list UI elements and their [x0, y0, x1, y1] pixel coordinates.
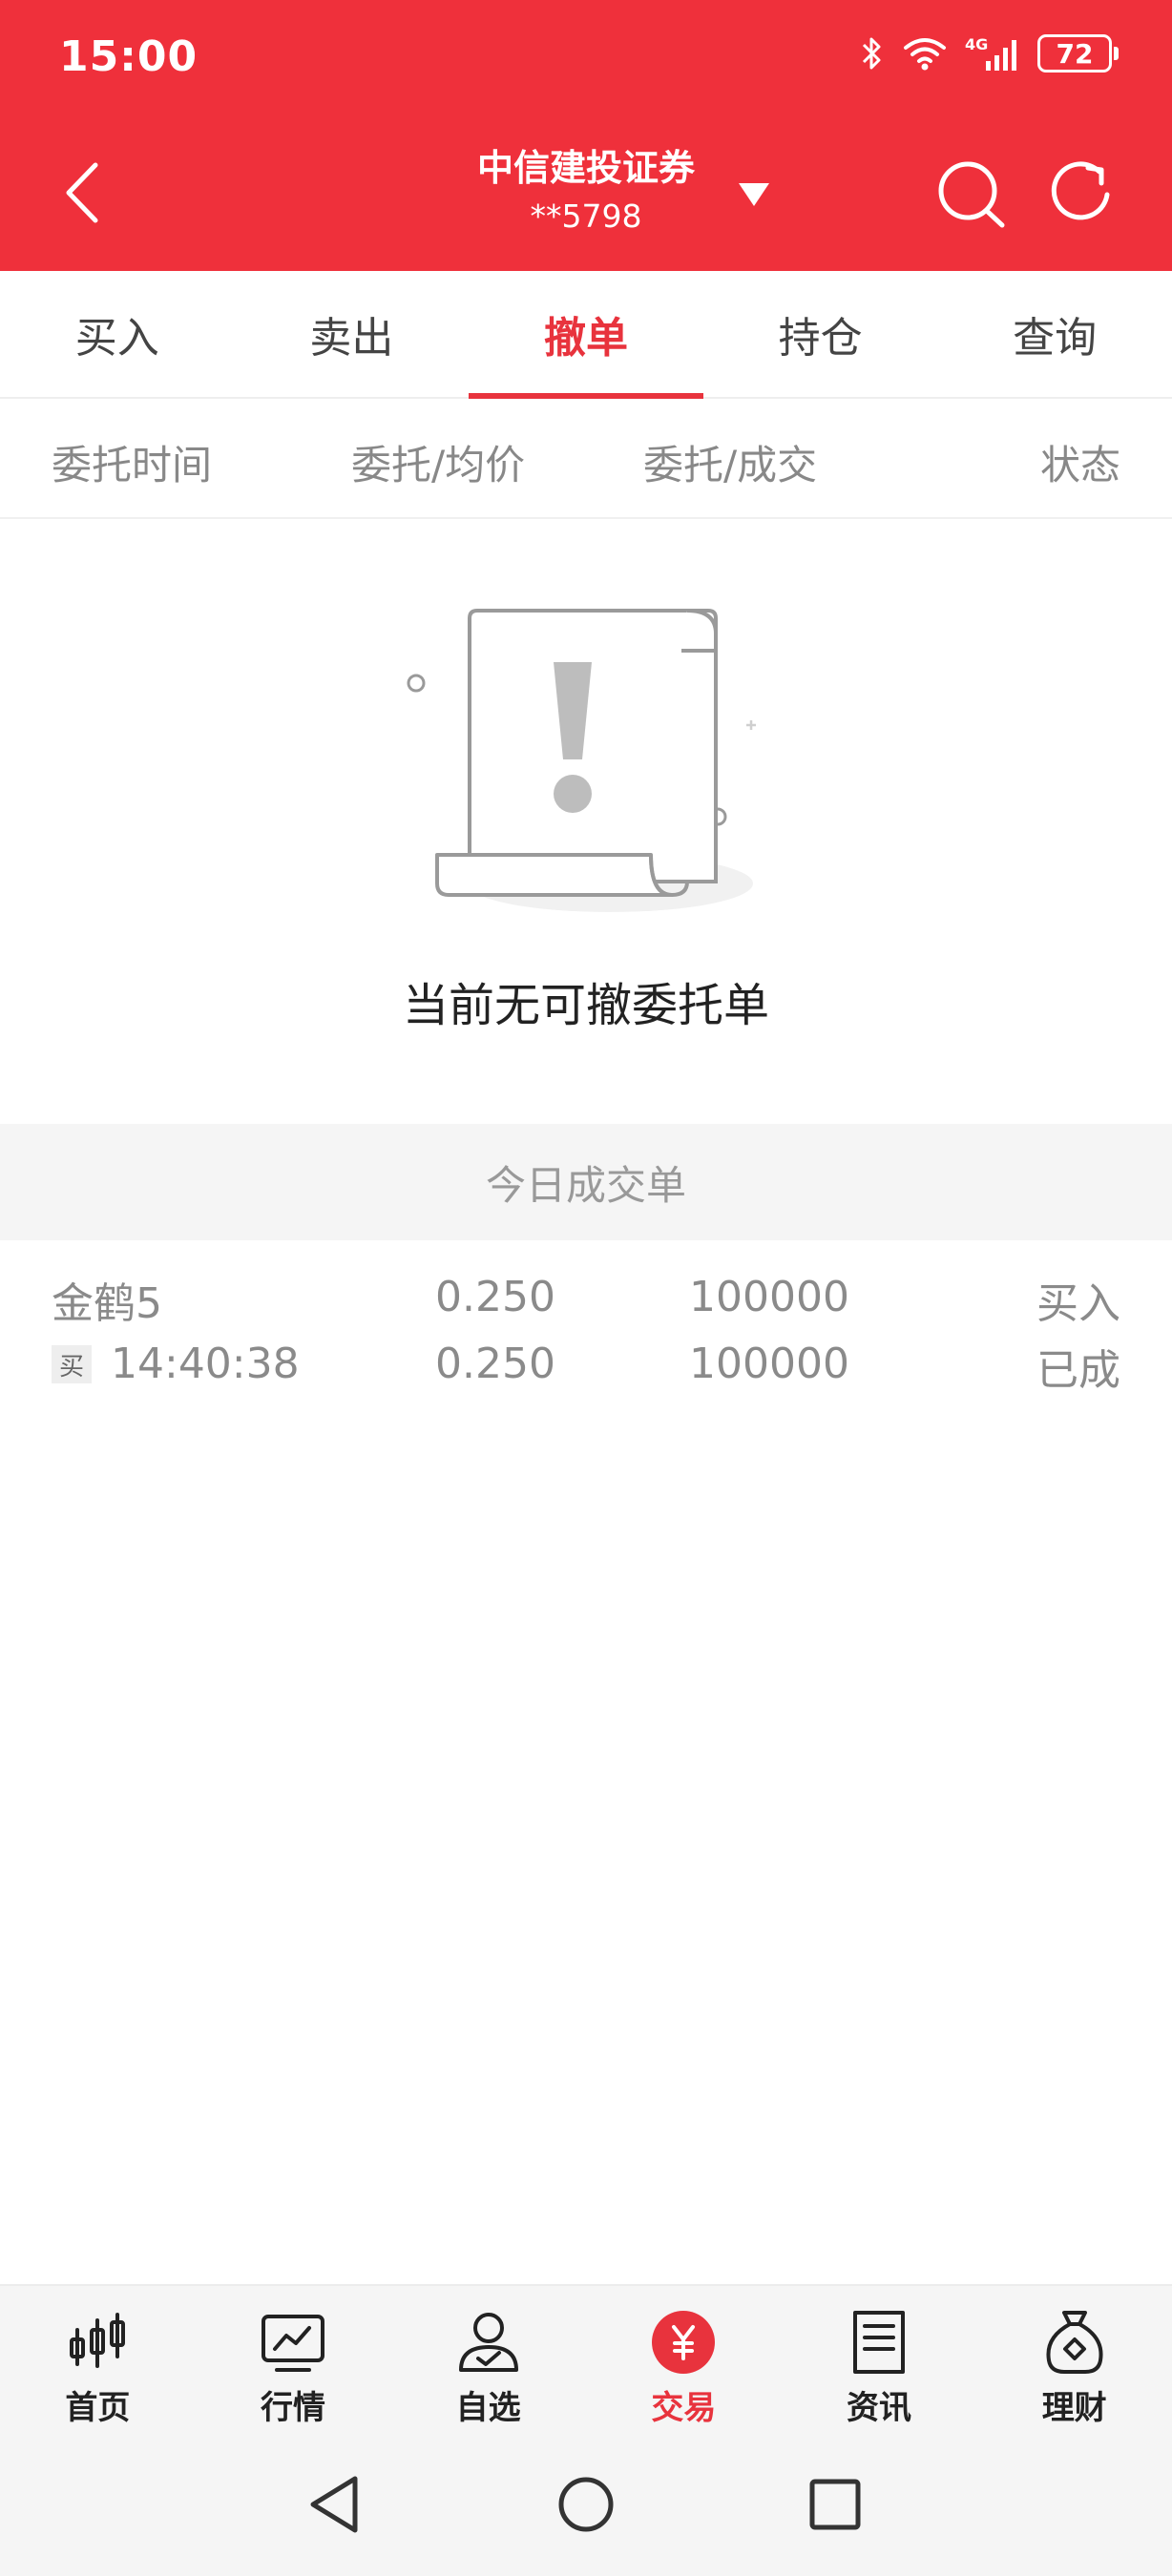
deal-quantity: 100000	[689, 1340, 849, 1388]
nav-news[interactable]: 资讯	[782, 2286, 977, 2433]
column-header-price: 委托/均价	[351, 442, 526, 488]
status-icons: 4G 72	[860, 34, 1119, 73]
nav-label-trade: 交易	[651, 2389, 717, 2427]
average-price: 0.250	[435, 1340, 555, 1388]
home-circle-icon[interactable]	[543, 2462, 629, 2547]
empty-document-illustration	[407, 609, 756, 912]
deal-row[interactable]: 金鹤5 买 14:40:38 0.250 0.250 100000 100000…	[0, 1250, 1172, 1402]
cellular-signal-icon: 4G	[965, 35, 1016, 71]
nav-label-news: 资讯	[847, 2389, 912, 2427]
back-triangle-icon[interactable]	[294, 2462, 380, 2547]
money-bag-icon	[1046, 2311, 1103, 2374]
tab-sell[interactable]: 卖出	[235, 271, 470, 397]
dropdown-triangle-icon[interactable]	[735, 177, 773, 212]
status-time: 15:00	[59, 32, 199, 81]
nav-label-market: 行情	[261, 2389, 325, 2427]
recents-square-icon[interactable]	[792, 2462, 878, 2547]
nav-label-home: 首页	[65, 2389, 131, 2427]
system-navigation-bar	[0, 2433, 1172, 2576]
refresh-icon[interactable]	[1044, 155, 1120, 231]
nav-label-wealth: 理财	[1041, 2389, 1107, 2427]
search-icon[interactable]	[933, 155, 1010, 231]
tab-positions[interactable]: 持仓	[703, 271, 938, 397]
nav-wealth[interactable]: 理财	[976, 2286, 1172, 2433]
bluetooth-icon	[862, 37, 881, 70]
nav-home[interactable]: 首页	[0, 2286, 196, 2433]
nav-label-watchlist: 自选	[455, 2389, 521, 2427]
deal-time: 14:40:38	[111, 1340, 300, 1388]
order-price: 0.250	[435, 1273, 555, 1321]
trade-direction: 买入	[1036, 1279, 1120, 1328]
chart-icon	[262, 2315, 324, 2372]
yuan-icon	[652, 2311, 716, 2374]
battery-level: 72	[1037, 34, 1112, 73]
order-status: 已成	[1036, 1346, 1120, 1395]
today-deals-header: 今日成交单	[0, 1124, 1172, 1240]
trade-tabs: 买入 卖出 撤单 持仓 查询	[0, 271, 1172, 399]
order-column-headers: 委托时间 委托/均价 委托/成交 状态	[0, 399, 1172, 519]
bottom-navigation: 首页 行情 自选 交易 资讯 理财	[0, 2284, 1172, 2433]
tab-buy[interactable]: 买入	[0, 271, 235, 397]
column-header-quantity: 委托/成交	[643, 442, 818, 488]
buy-side-tag: 买	[52, 1345, 92, 1383]
app-header: 15:00 4G 72 中信建投证券 **5798	[0, 0, 1172, 271]
battery-icon: 72	[1037, 34, 1119, 73]
order-quantity: 100000	[689, 1273, 849, 1321]
nav-market[interactable]: 行情	[196, 2286, 391, 2433]
user-check-icon	[458, 2313, 518, 2372]
stock-name: 金鹤5	[52, 1279, 162, 1328]
column-header-time: 委托时间	[52, 442, 213, 488]
tab-cancel-order[interactable]: 撤单	[469, 271, 703, 399]
candlestick-icon	[70, 2313, 126, 2368]
nav-watchlist[interactable]: 自选	[390, 2286, 586, 2433]
empty-state-message: 当前无可撤委托单	[402, 979, 769, 1032]
nav-trade[interactable]: 交易	[586, 2286, 782, 2433]
network-type-label: 4G	[965, 35, 988, 53]
document-icon	[853, 2311, 906, 2374]
wifi-icon	[904, 38, 946, 71]
tab-query[interactable]: 查询	[937, 271, 1172, 397]
column-header-status: 状态	[1039, 442, 1120, 488]
